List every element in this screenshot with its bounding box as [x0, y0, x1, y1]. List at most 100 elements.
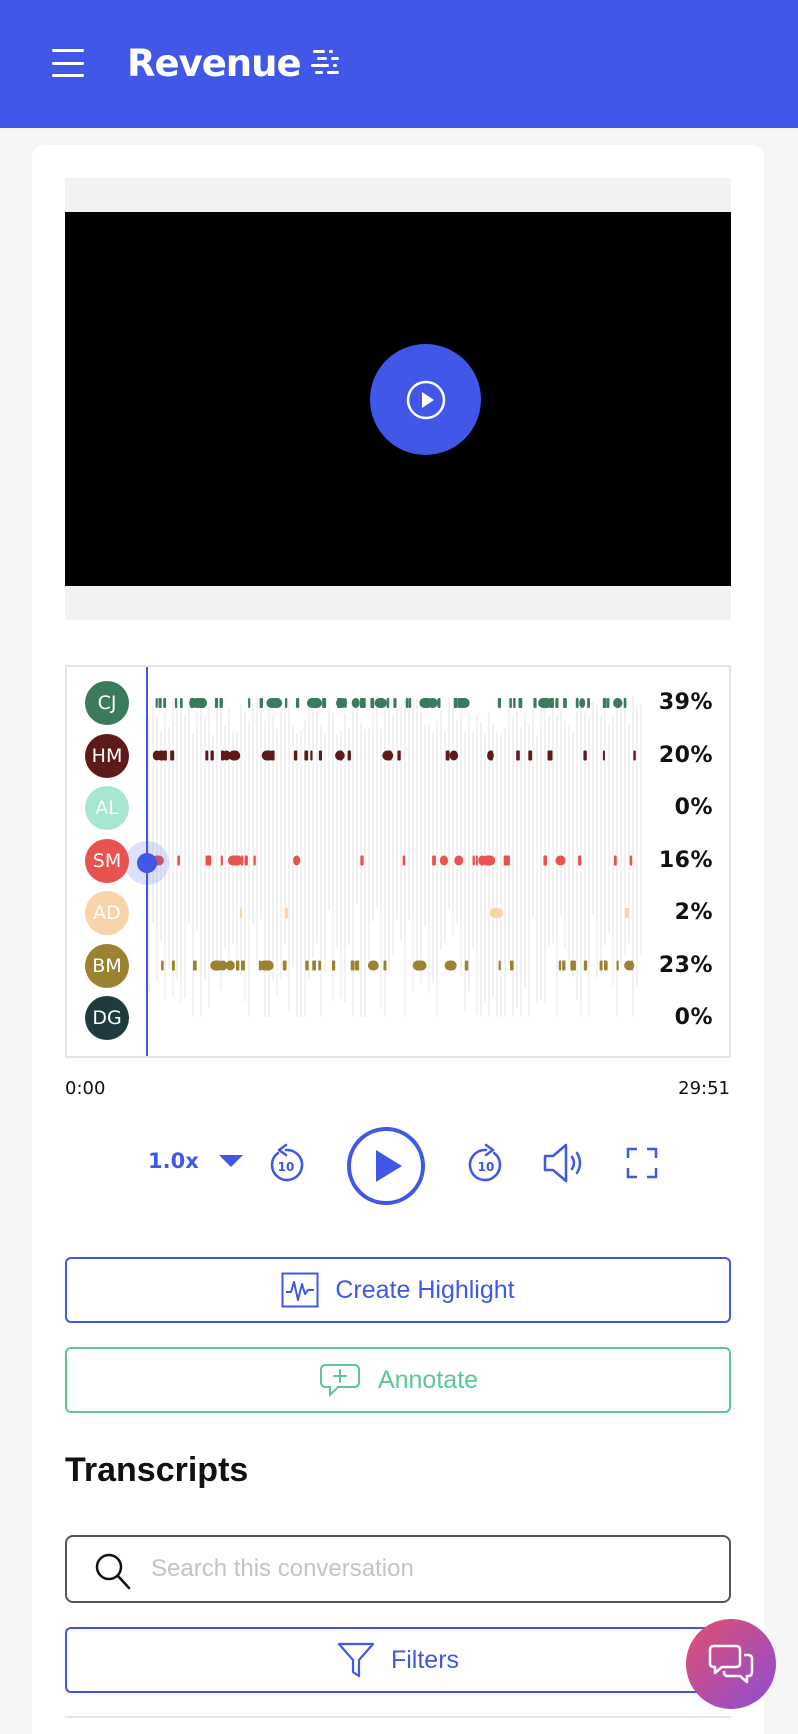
- speaker-segment: [293, 855, 301, 866]
- playhead-dot[interactable]: [137, 853, 157, 873]
- speaker-segment: [370, 698, 374, 708]
- speed-select[interactable]: 1.0x: [148, 1149, 243, 1173]
- divider: [65, 1716, 731, 1718]
- speaker-segment: [455, 698, 458, 708]
- speaker-segment: [543, 855, 547, 866]
- volume-icon[interactable]: [542, 1142, 588, 1184]
- speed-value: 1.0x: [148, 1149, 199, 1173]
- speaker-segment: [478, 855, 487, 866]
- speaker-activity-tracks[interactable]: [145, 687, 645, 1037]
- search-input[interactable]: [151, 1547, 711, 1591]
- speaker-segment: [294, 750, 298, 761]
- speaker-segment: [602, 750, 605, 761]
- speaker-segment: [382, 750, 394, 761]
- speaker-avatar[interactable]: DG: [85, 996, 129, 1040]
- speaker-segment: [271, 750, 274, 761]
- speaker-segment: [430, 698, 434, 708]
- forward-10-icon[interactable]: 10: [466, 1143, 506, 1185]
- speaker-segment: [174, 698, 178, 708]
- speaker-avatar[interactable]: BM: [85, 943, 129, 988]
- speaker-segment: [259, 698, 263, 708]
- speaker-segment: [599, 960, 603, 971]
- speaker-segment: [386, 698, 390, 708]
- create-highlight-button[interactable]: Create Highlight: [65, 1257, 731, 1323]
- speaker-segment: [201, 698, 205, 708]
- speaker-timeline[interactable]: CJ 39% HM 20% AL 0% SM 16% AD 2% BM 23% DG 0%: [65, 665, 731, 1058]
- speaker-segment: [367, 960, 379, 971]
- speaker-segment: [460, 698, 465, 708]
- video-play-button[interactable]: [370, 344, 481, 455]
- speaker-segment: [332, 960, 336, 971]
- speaker-segment: [351, 698, 360, 708]
- speaker-segment: [221, 750, 225, 761]
- play-pause-button[interactable]: [346, 1126, 426, 1206]
- speaker-segment: [266, 698, 283, 708]
- speaker-avatar[interactable]: AL: [85, 786, 129, 830]
- speaker-segment: [253, 855, 256, 866]
- speaker-segment: [310, 750, 313, 761]
- speaker-segment: [241, 960, 245, 971]
- app-header: Revenue: [0, 0, 798, 128]
- speaker-segment: [318, 960, 321, 971]
- speaker-segment: [439, 855, 449, 866]
- brand-name: Revenue: [127, 41, 302, 85]
- speaker-segment: [171, 960, 175, 971]
- speaker-segment: [497, 698, 501, 708]
- speaker-segment: [193, 960, 197, 971]
- waveform-icon: [281, 1272, 319, 1308]
- speaker-segment: [615, 698, 620, 708]
- search-icon: [95, 1553, 131, 1590]
- speaker-segment: [405, 698, 409, 708]
- speaker-segment: [445, 750, 450, 761]
- speaker-avatar[interactable]: SM: [85, 838, 129, 883]
- time-start: 0:00: [65, 1078, 106, 1099]
- speaker-segment: [613, 855, 617, 866]
- speaker-segment: [304, 750, 309, 761]
- speaker-segment: [296, 698, 300, 708]
- speaker-avatar[interactable]: CJ: [85, 681, 129, 725]
- brand-logo[interactable]: Revenue: [127, 40, 343, 86]
- filters-button[interactable]: Filters: [65, 1627, 731, 1693]
- rewind-10-icon[interactable]: 10: [266, 1143, 306, 1185]
- speaker-segment: [258, 960, 262, 971]
- speaker-segment: [259, 960, 274, 971]
- chevron-down-icon: [218, 1155, 243, 1167]
- speaker-segment: [158, 698, 162, 708]
- annotate-button[interactable]: Annotate: [65, 1347, 731, 1413]
- speaker-segment: [228, 750, 241, 761]
- speaker-avatar[interactable]: HM: [85, 733, 129, 778]
- speaker-talk-percent: 16%: [658, 847, 713, 873]
- speaker-segment: [510, 960, 513, 971]
- logo-mark-icon: [310, 50, 339, 74]
- speaker-segment: [180, 698, 183, 708]
- speaker-segment: [432, 855, 436, 866]
- speaker-segment: [214, 698, 219, 708]
- speaker-segment: [240, 855, 244, 866]
- speaker-segment: [248, 698, 251, 708]
- speaker-segment: [518, 698, 523, 708]
- filter-icon: [337, 1642, 375, 1678]
- speaker-segment: [533, 698, 537, 708]
- chat-button[interactable]: [686, 1619, 776, 1709]
- speaker-talk-percent: 23%: [658, 952, 713, 978]
- speaker-segment: [412, 960, 427, 971]
- speaker-segment: [155, 698, 158, 708]
- speaker-segment: [509, 698, 512, 708]
- speaker-segment: [444, 960, 457, 971]
- speaker-segment: [219, 698, 223, 708]
- speaker-segment: [454, 855, 464, 866]
- transcripts-title: Transcripts: [65, 1451, 249, 1489]
- speaker-talk-percent: 20%: [658, 742, 713, 768]
- fullscreen-icon[interactable]: [626, 1147, 658, 1179]
- speaker-segment: [322, 698, 327, 708]
- speaker-segment: [415, 960, 418, 971]
- speaker-avatar[interactable]: AD: [85, 891, 129, 935]
- speaker-segment: [161, 960, 164, 971]
- speaker-segment: [156, 750, 166, 761]
- transcript-search[interactable]: [65, 1535, 731, 1603]
- speaker-segment: [558, 960, 562, 971]
- hamburger-menu-icon[interactable]: [52, 49, 84, 77]
- speaker-segment: [389, 750, 392, 761]
- speaker-segment: [205, 750, 209, 761]
- playback-controls: 1.0x 10 10: [0, 1120, 798, 1210]
